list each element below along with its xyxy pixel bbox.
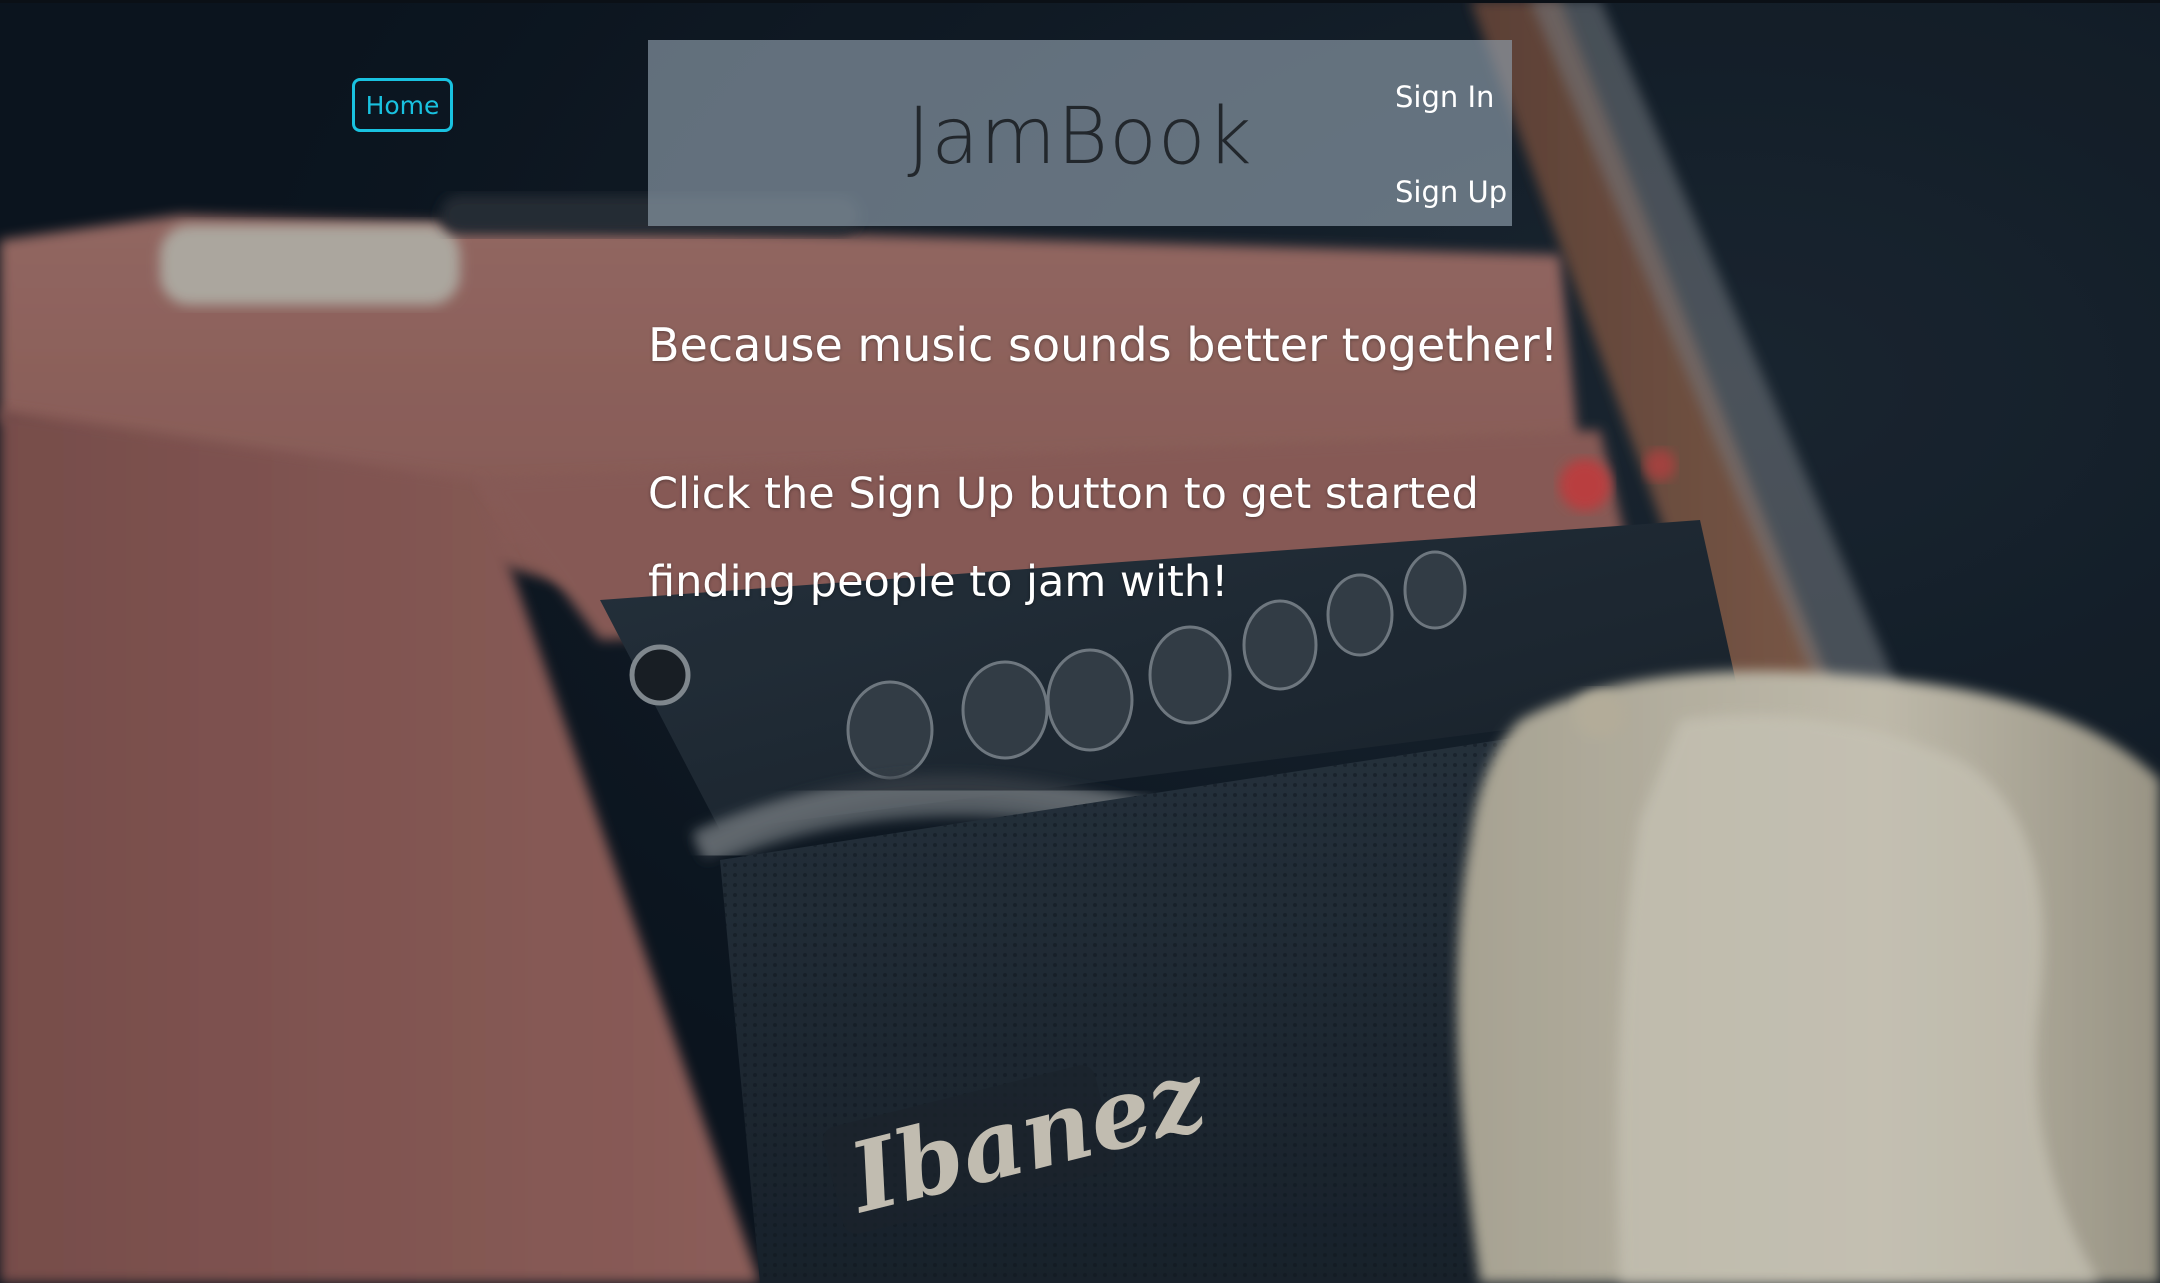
sign-up-link[interactable]: Sign Up xyxy=(1395,175,1507,209)
header-banner: JamBook Sign In Sign Up xyxy=(648,40,1512,226)
brand-title: JamBook xyxy=(907,92,1253,182)
cta-line-1: Click the Sign Up button to get started xyxy=(648,469,1479,519)
top-strip xyxy=(0,0,2160,3)
cta-text: Click the Sign Up button to get started … xyxy=(648,450,1548,626)
tagline: Because music sounds better together! xyxy=(648,318,1559,372)
home-button[interactable]: Home xyxy=(352,78,453,132)
page: Ibanez Home JamBook Sign In Sign Up Beca… xyxy=(0,0,2160,1283)
sign-in-link[interactable]: Sign In xyxy=(1395,80,1494,114)
cta-line-2: finding people to jam with! xyxy=(648,557,1229,607)
